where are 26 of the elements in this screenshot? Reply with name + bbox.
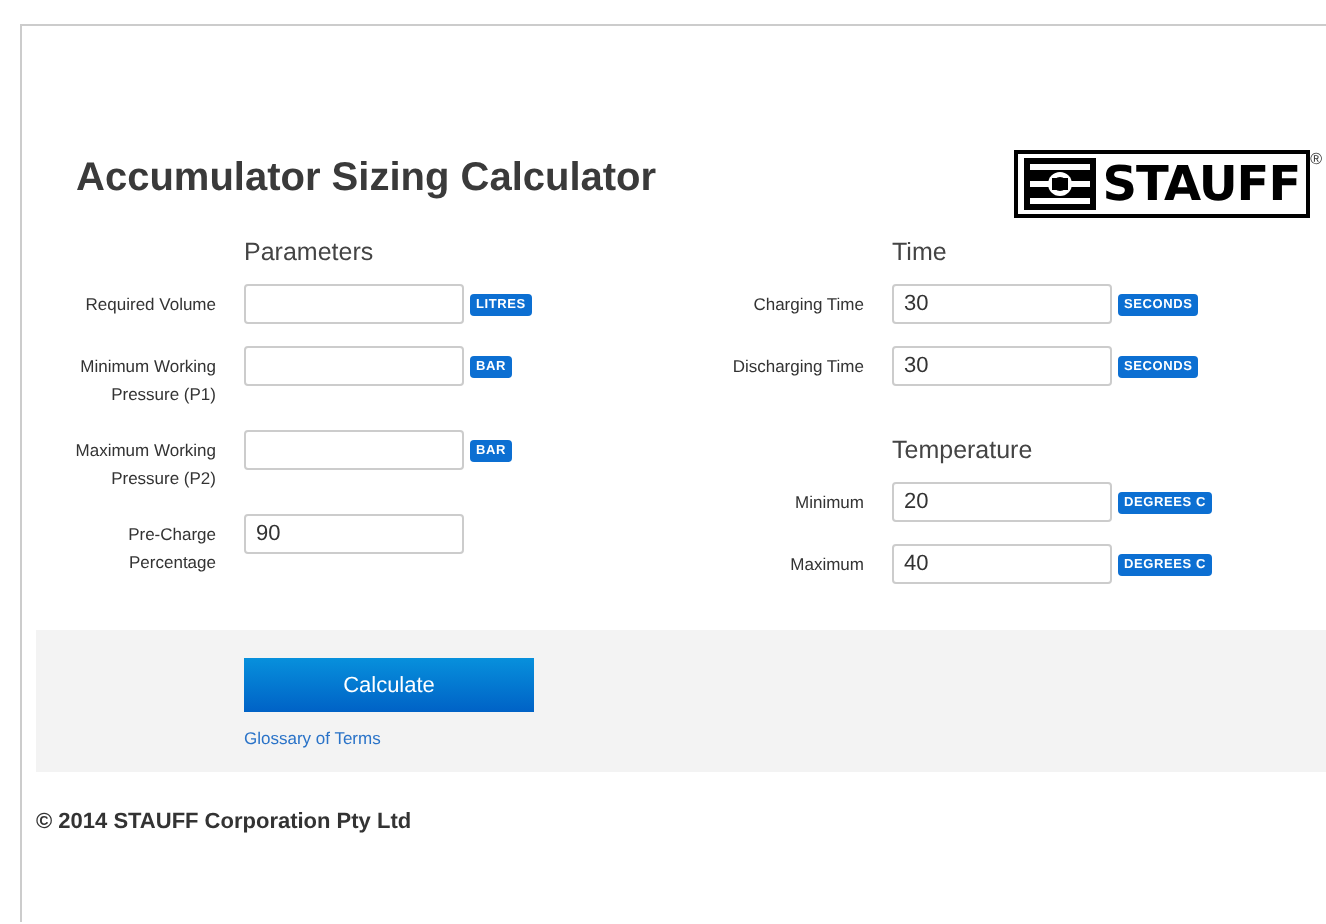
company-logo: STAUFF (1014, 150, 1311, 218)
field-label: Required Volume (83, 292, 216, 318)
input-field[interactable] (244, 284, 464, 324)
field-label: Discharging Time (730, 354, 864, 380)
field-label: Maximum (788, 552, 864, 578)
section-heading: Time (892, 238, 949, 270)
input-field[interactable]: 40 (892, 544, 1112, 584)
field-label: Pre-Charge Percentage (126, 522, 216, 576)
field-label: Minimum (793, 490, 864, 516)
input-field[interactable] (244, 346, 464, 386)
copyright-text: © 2014 STAUFF Corporation Pty Ltd (36, 810, 414, 834)
registered-mark: ® (1310, 150, 1322, 170)
section-heading: Temperature (892, 436, 1035, 468)
field-label: Minimum Working Pressure (P1) (78, 354, 216, 408)
logo-emblem-icon (1024, 158, 1097, 210)
calculate-button[interactable]: Calculate (244, 658, 534, 712)
input-field[interactable]: 90 (244, 514, 464, 554)
field-label: Charging Time (751, 292, 864, 318)
input-field[interactable] (244, 430, 464, 470)
input-field[interactable]: 20 (892, 482, 1112, 522)
field-label: Maximum Working Pressure (P2) (73, 438, 216, 492)
section-heading: Parameters (244, 238, 376, 270)
glossary-link[interactable]: Glossary of Terms (244, 728, 381, 748)
input-field[interactable]: 30 (892, 284, 1112, 324)
input-field[interactable]: 30 (892, 346, 1112, 386)
page-title: Accumulator Sizing Calculator (76, 154, 657, 202)
